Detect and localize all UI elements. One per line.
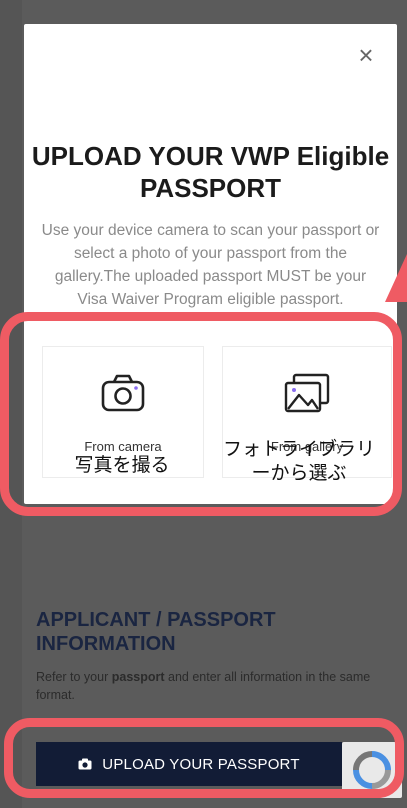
section-title-line2: INFORMATION xyxy=(36,633,176,655)
subtitle-bold: passport xyxy=(111,670,165,684)
section-title: APPLICANT / PASSPORT INFORMATION xyxy=(36,608,376,656)
pointer-arrow-icon xyxy=(385,254,407,302)
modal-title-line2: PASSPORT xyxy=(139,173,282,203)
section-subtitle: Refer to your passport and enter all inf… xyxy=(36,668,386,704)
subtitle-prefix: Refer to your xyxy=(36,670,112,684)
modal-title: UPLOAD YOUR VWP Eligible PASSPORT xyxy=(24,140,397,204)
close-icon[interactable]: × xyxy=(353,42,379,68)
options-highlight xyxy=(0,312,402,516)
upload-button-highlight xyxy=(4,718,404,798)
modal-title-line1: UPLOAD YOUR VWP Eligible xyxy=(31,141,390,171)
section-title-line1: APPLICANT / PASSPORT xyxy=(36,609,276,631)
modal-description: Use your device camera to scan your pass… xyxy=(41,222,380,308)
